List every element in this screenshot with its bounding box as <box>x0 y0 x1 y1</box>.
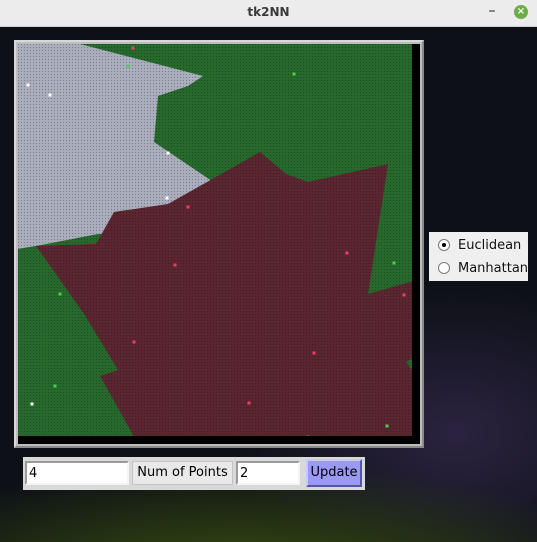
data-point-green <box>385 424 389 428</box>
num-points-input[interactable] <box>236 461 300 485</box>
data-point-maroon <box>345 251 349 255</box>
radio-euclidean-label: Euclidean <box>458 237 522 253</box>
title-bar: tk2NN – × <box>0 0 537 27</box>
data-point-maroon <box>173 263 177 267</box>
minimize-button[interactable]: – <box>484 3 500 21</box>
metric-panel: Euclidean Manhattan <box>429 232 528 281</box>
canvas-shadow-bottom <box>18 436 420 444</box>
num-points-label: Num of Points <box>132 461 233 485</box>
controls-bar: Num of Points Update <box>23 457 365 490</box>
app-window: Euclidean Manhattan Num of Points Update <box>0 26 537 542</box>
classification-canvas[interactable] <box>18 44 420 444</box>
data-point-green <box>58 292 62 296</box>
radio-manhattan-label: Manhattan <box>458 260 529 276</box>
data-point-maroon <box>247 401 251 405</box>
radio-euclidean[interactable]: Euclidean <box>438 235 521 255</box>
data-point-maroon <box>186 205 190 209</box>
data-point-gray <box>48 93 52 97</box>
canvas-dither <box>18 44 420 444</box>
data-point-gray <box>30 402 34 406</box>
radio-manhattan-indicator[interactable] <box>438 262 450 274</box>
radio-manhattan[interactable]: Manhattan <box>438 258 528 278</box>
data-point-maroon <box>312 351 316 355</box>
data-point-gray <box>165 196 169 200</box>
canvas-frame <box>14 40 424 448</box>
data-point-maroon <box>131 46 135 50</box>
radio-euclidean-indicator[interactable] <box>438 239 450 251</box>
close-button[interactable]: × <box>514 5 528 19</box>
data-point-green <box>392 261 396 265</box>
data-point-gray <box>26 83 30 87</box>
data-point-green <box>126 64 130 68</box>
data-point-gray <box>166 151 170 155</box>
data-point-green <box>292 72 296 76</box>
canvas-shadow-right <box>412 44 420 444</box>
data-point-green <box>53 384 57 388</box>
k-value-input[interactable] <box>25 461 129 485</box>
data-point-maroon <box>402 293 406 297</box>
data-point-maroon <box>132 340 136 344</box>
window-title: tk2NN <box>247 5 290 19</box>
update-button[interactable]: Update <box>306 459 362 487</box>
